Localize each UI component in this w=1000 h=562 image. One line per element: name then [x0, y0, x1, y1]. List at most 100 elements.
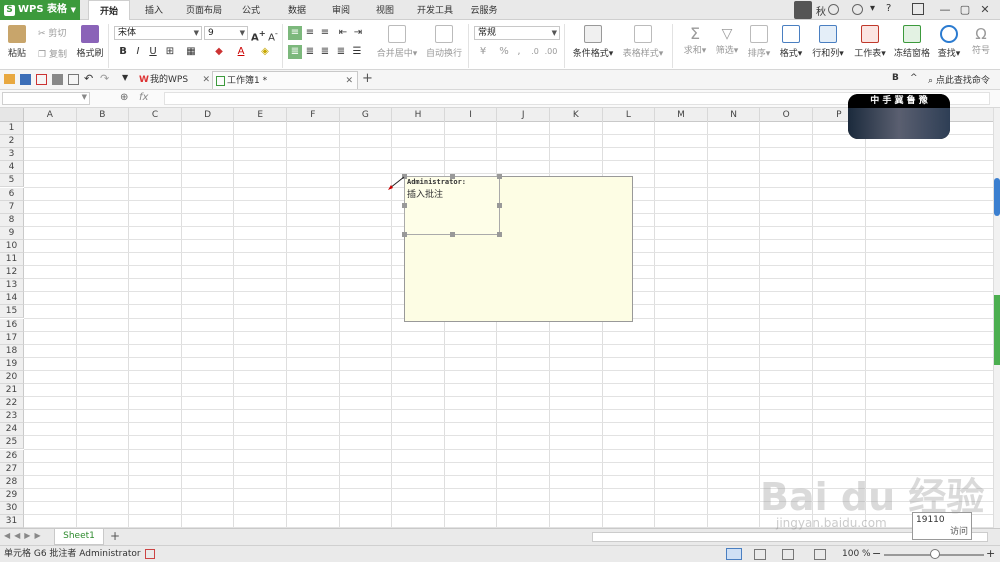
tab-home[interactable]: 开始	[88, 0, 130, 21]
save-icon[interactable]	[20, 74, 31, 85]
format-painter-button[interactable]: 格式刷	[76, 25, 104, 59]
align-bottom-icon[interactable]: ≡	[318, 26, 332, 40]
resize-handle[interactable]	[497, 203, 502, 208]
justify-icon[interactable]: ≣	[334, 45, 348, 59]
sort-button[interactable]: 排序▾	[744, 25, 774, 59]
redo-icon[interactable]: ↷	[100, 72, 109, 85]
align-middle-icon[interactable]: ≡	[303, 26, 317, 40]
column-header-k[interactable]: K	[550, 108, 603, 122]
row-header-20[interactable]: 20	[0, 370, 24, 384]
minimize-icon[interactable]: —	[937, 2, 953, 18]
row-header-2[interactable]: 2	[0, 135, 24, 149]
percent-button[interactable]: %	[497, 45, 511, 59]
zoom-out-icon[interactable]: −	[872, 546, 881, 562]
normal-view-icon[interactable]	[726, 548, 742, 560]
copy-button[interactable]: ❐ 复制	[38, 47, 74, 60]
print-preview-icon[interactable]	[68, 74, 79, 85]
resize-handle[interactable]	[497, 232, 502, 237]
resize-handle[interactable]	[450, 232, 455, 237]
doc-tab-workbook[interactable]: 工作簿1 * ✕	[212, 71, 358, 89]
row-header-4[interactable]: 4	[0, 161, 24, 175]
row-header-27[interactable]: 27	[0, 462, 24, 476]
export-pdf-icon[interactable]	[36, 74, 47, 85]
font-color-icon[interactable]: A	[234, 45, 248, 59]
customize-dropdown-icon[interactable]: ▼	[122, 73, 128, 82]
column-header-i[interactable]: I	[445, 108, 498, 122]
zoom-icon[interactable]: ⊕	[120, 92, 128, 103]
tab-view[interactable]: 视图	[368, 0, 402, 20]
clear-icon[interactable]: ◈	[258, 45, 272, 59]
column-header-d[interactable]: D	[182, 108, 235, 122]
rows-cols-button[interactable]: 行和列▾	[808, 25, 848, 59]
paste-button[interactable]: 粘贴	[4, 25, 30, 59]
indent-increase-icon[interactable]: ⇥	[351, 26, 365, 40]
border-icon[interactable]: ⊞	[163, 45, 177, 59]
zoom-in-icon[interactable]: +	[986, 546, 995, 562]
restore-panel-icon[interactable]	[912, 3, 924, 15]
row-header-11[interactable]: 11	[0, 253, 24, 266]
column-header-g[interactable]: G	[340, 108, 393, 122]
column-header-m[interactable]: M	[655, 108, 708, 122]
align-right-icon[interactable]: ≣	[318, 45, 332, 59]
row-header-6[interactable]: 6	[0, 187, 24, 201]
column-header-j[interactable]: J	[497, 108, 550, 122]
row-header-29[interactable]: 29	[0, 488, 24, 502]
shrink-font-button[interactable]: A-	[266, 26, 280, 43]
conditional-format-button[interactable]: 条件格式▾	[570, 25, 616, 59]
close-icon[interactable]: ✕	[977, 2, 993, 18]
resize-handle[interactable]	[402, 232, 407, 237]
resize-handle[interactable]	[450, 174, 455, 179]
name-box[interactable]: ▼	[2, 92, 90, 105]
row-header-18[interactable]: 18	[0, 344, 24, 358]
row-header-19[interactable]: 19	[0, 357, 24, 371]
align-left-icon[interactable]: ≣	[288, 45, 302, 59]
currency-icon[interactable]: ¥	[476, 45, 490, 59]
tab-page-layout[interactable]: 页面布局	[178, 0, 230, 20]
search-command[interactable]: ⌕ 点此查找命令	[928, 73, 990, 86]
page-break-view-icon[interactable]	[754, 549, 766, 560]
scroll-thumb[interactable]	[994, 178, 1000, 216]
increase-decimal-icon[interactable]: .0	[528, 45, 542, 59]
row-header-24[interactable]: 24	[0, 423, 24, 437]
row-header-8[interactable]: 8	[0, 213, 24, 227]
expand-icon[interactable]: ^	[910, 73, 918, 83]
fx-button[interactable]: fx	[139, 92, 148, 103]
format-button[interactable]: 格式▾	[776, 25, 806, 59]
row-header-12[interactable]: 12	[0, 266, 24, 280]
symbol-button[interactable]: Ω 符号	[966, 25, 996, 56]
row-header-31[interactable]: 31	[0, 515, 24, 528]
select-all-corner[interactable]	[0, 108, 24, 122]
row-header-16[interactable]: 16	[0, 318, 24, 332]
row-header-15[interactable]: 15	[0, 305, 24, 319]
tab-data[interactable]: 数据	[280, 0, 314, 20]
distribute-icon[interactable]: ☰	[350, 45, 364, 59]
row-header-13[interactable]: 13	[0, 279, 24, 293]
column-header-e[interactable]: E	[234, 108, 287, 122]
grow-font-button[interactable]: A+	[251, 26, 266, 43]
wrap-text-button[interactable]: 自动换行	[424, 25, 464, 59]
row-header-26[interactable]: 26	[0, 449, 24, 463]
tab-review[interactable]: 审阅	[324, 0, 358, 20]
row-header-3[interactable]: 3	[0, 148, 24, 162]
page-layout-view-icon[interactable]	[782, 549, 794, 560]
skin-icon[interactable]	[828, 4, 839, 15]
row-header-30[interactable]: 30	[0, 501, 24, 515]
row-header-22[interactable]: 22	[0, 397, 24, 411]
row-header-9[interactable]: 9	[0, 226, 24, 240]
tab-insert[interactable]: 插入	[136, 0, 172, 20]
row-header-1[interactable]: 1	[0, 122, 24, 135]
close-icon[interactable]: ✕	[345, 72, 353, 90]
cut-button[interactable]: ✂ 剪切	[38, 26, 74, 39]
fill-color-icon[interactable]: ◆	[212, 45, 226, 59]
tab-developer[interactable]: 开发工具	[410, 0, 460, 20]
column-header-b[interactable]: B	[77, 108, 130, 122]
comment-text[interactable]: 插入批注	[405, 187, 499, 200]
row-header-14[interactable]: 14	[0, 292, 24, 306]
resize-handle[interactable]	[497, 174, 502, 179]
row-header-23[interactable]: 23	[0, 410, 24, 424]
filter-button[interactable]: ▽ 筛选▾	[712, 25, 742, 56]
column-header-o[interactable]: O	[760, 108, 813, 122]
row-header-17[interactable]: 17	[0, 331, 24, 345]
question-icon[interactable]: ?	[886, 3, 891, 14]
column-header-l[interactable]: L	[603, 108, 656, 122]
